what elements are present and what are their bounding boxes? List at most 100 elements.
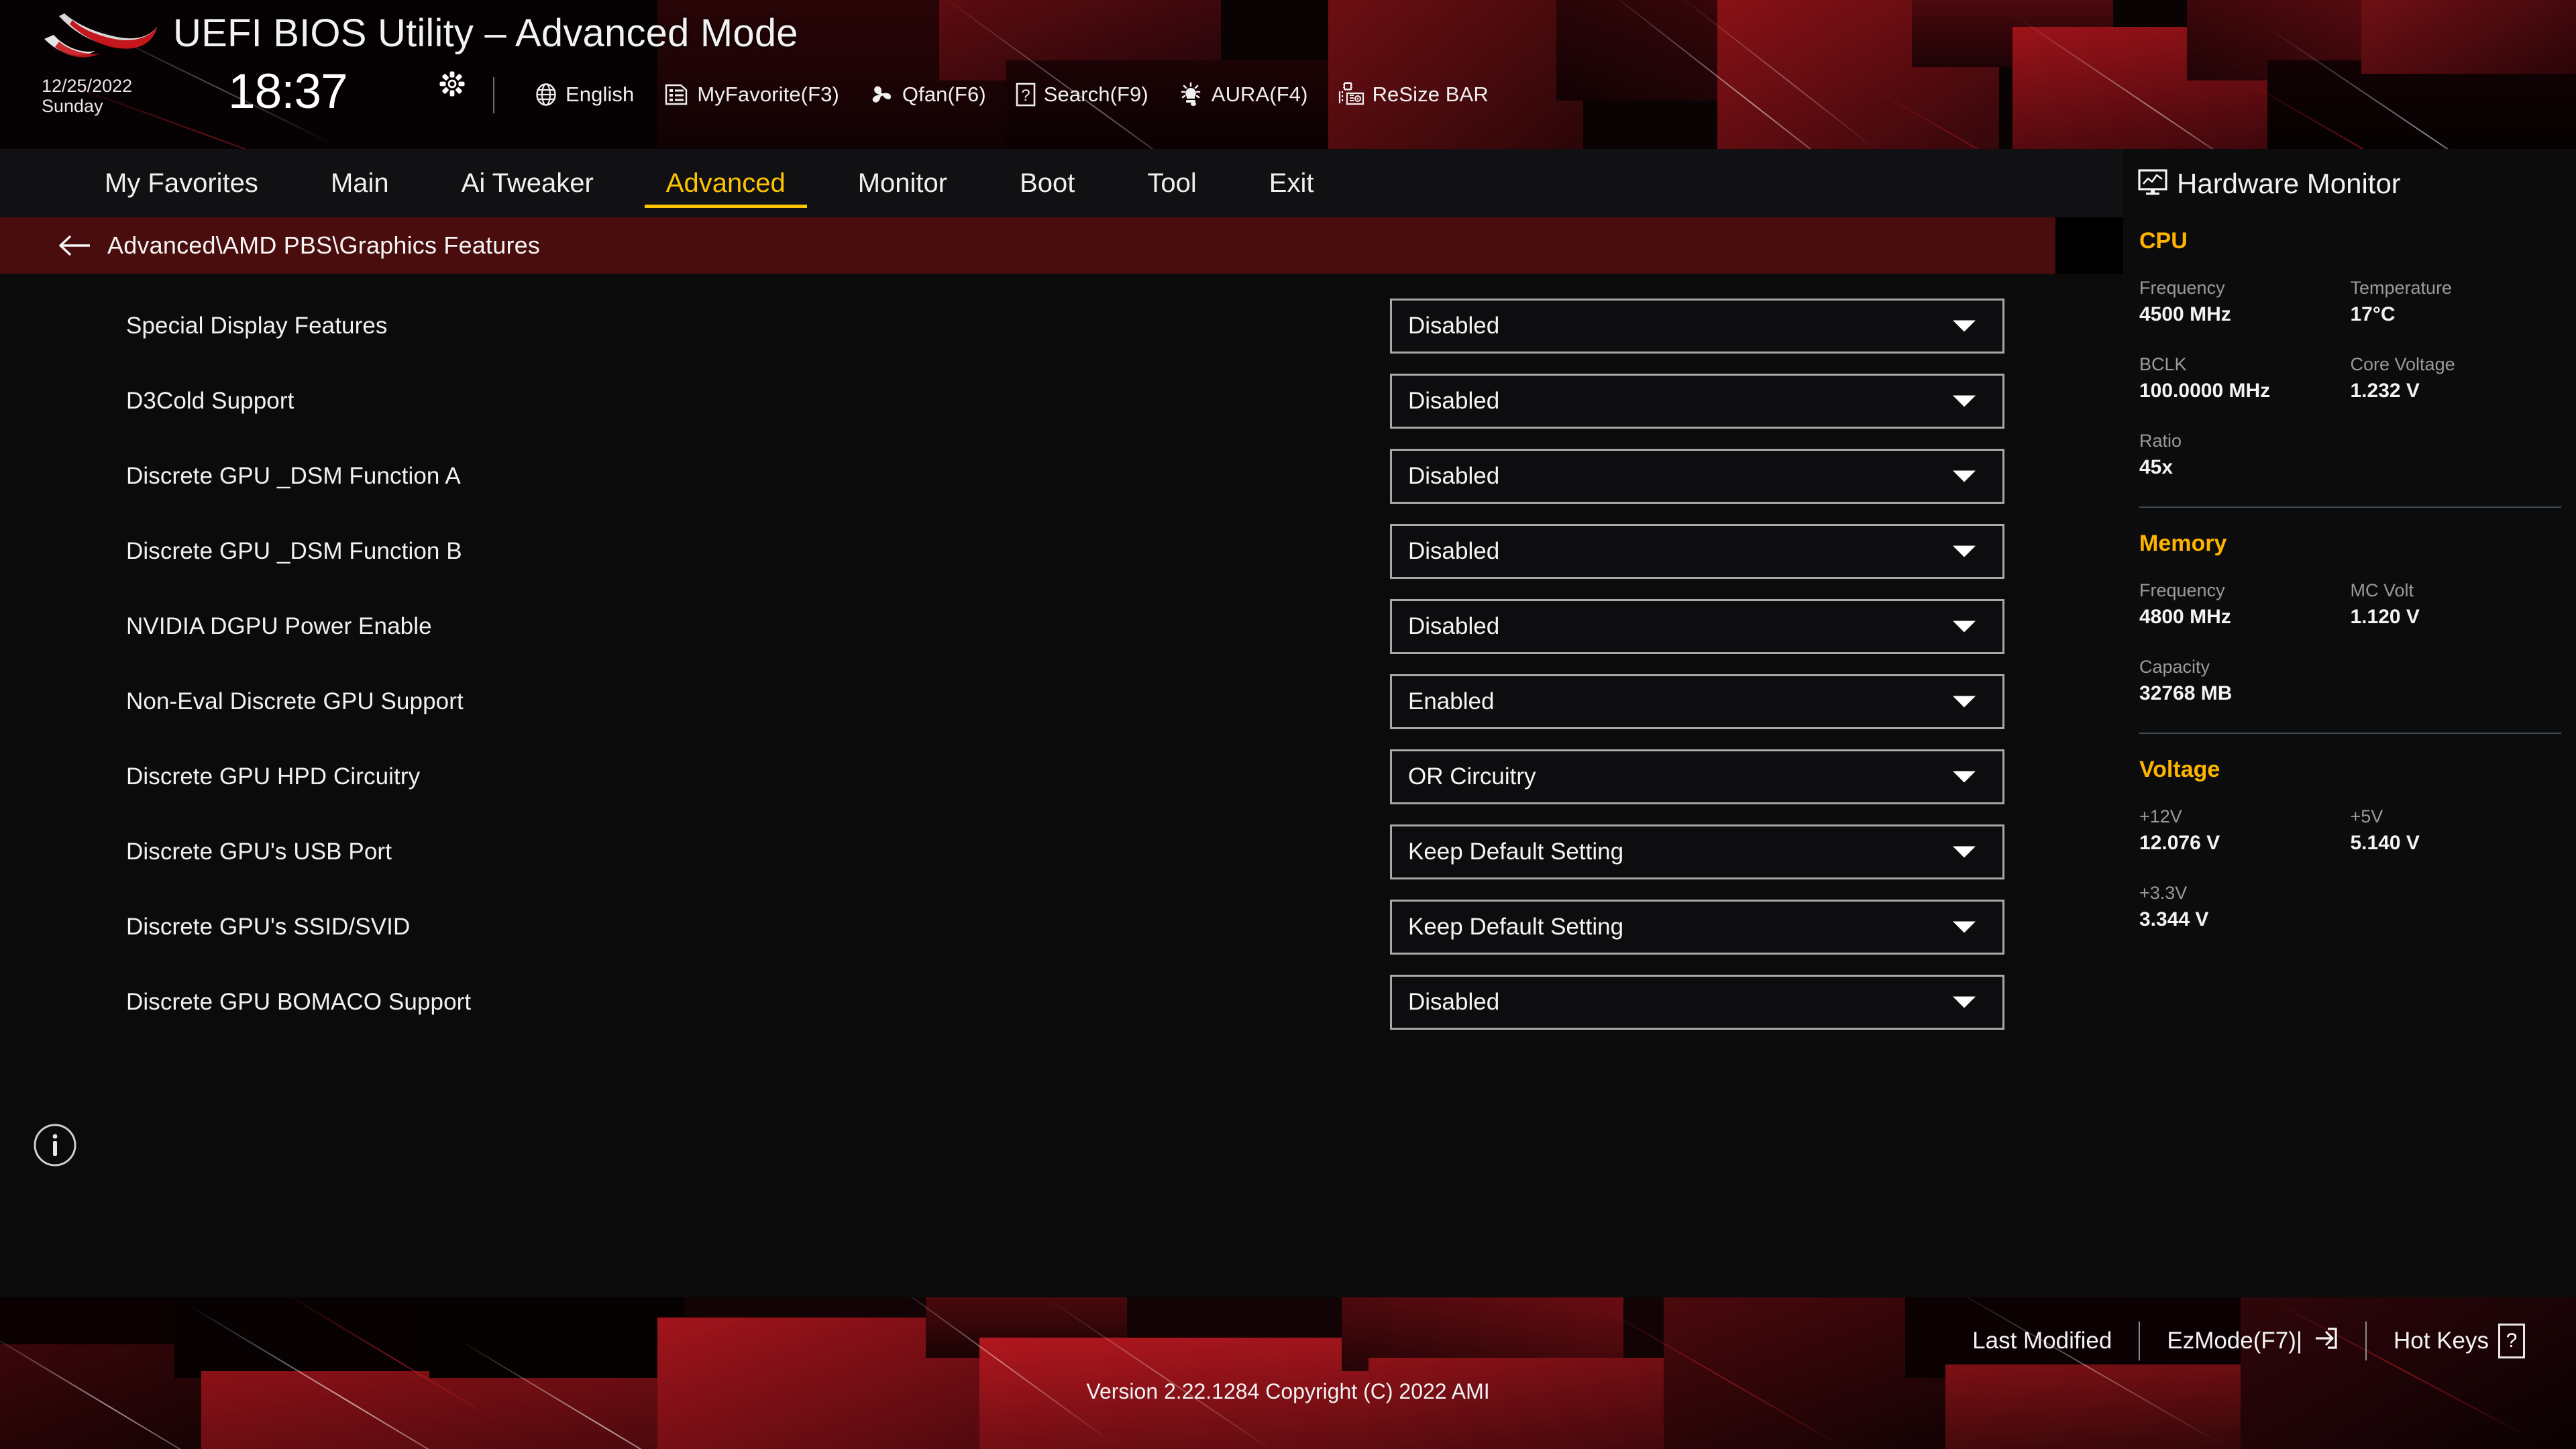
hw-key: MC Volt	[2350, 580, 2414, 600]
hardware-monitor-label: Hardware Monitor	[2177, 168, 2401, 199]
aura-light-icon	[1178, 83, 1203, 107]
chevron-down-icon	[1953, 470, 1976, 482]
hotkeys-label: Hot Keys	[2394, 1328, 2489, 1354]
settings-panel: Special Display Features Disabled D3Cold…	[0, 274, 2123, 1297]
hardware-monitor-title: Hardware Monitor	[2138, 168, 2401, 200]
tab-my-favorites[interactable]: My Favorites	[79, 149, 284, 217]
qfan-label: Qfan(F6)	[902, 83, 986, 106]
setting-row[interactable]: NVIDIA DGPU Power Enable Disabled	[0, 589, 2123, 664]
setting-row[interactable]: Non-Eval Discrete GPU Support Enabled	[0, 664, 2123, 739]
gear-icon[interactable]	[439, 71, 465, 97]
setting-row[interactable]: Special Display Features Disabled	[0, 288, 2123, 364]
hw-value: 45x	[2139, 456, 2174, 478]
datetime-display: 12/25/2022 Sunday	[42, 76, 132, 116]
tab-label: Tool	[1147, 168, 1197, 198]
setting-row[interactable]: Discrete GPU BOMACO Support Disabled	[0, 965, 2123, 1040]
hw-value: 3.344 V	[2139, 908, 2209, 930]
language-button[interactable]: English	[520, 74, 649, 115]
tab-main[interactable]: Main	[305, 149, 415, 217]
back-arrow-icon[interactable]	[56, 227, 93, 264]
footer-actions: Last Modified EzMode(F7)| Hot Keys ?	[1945, 1312, 2552, 1370]
hw-key: +5V	[2350, 806, 2383, 826]
myfavorite-label: MyFavorite(F3)	[697, 83, 839, 106]
question-box-icon: ?	[1016, 83, 1036, 107]
setting-dropdown[interactable]: Disabled	[1390, 524, 2004, 579]
breadcrumb-path: Advanced\AMD PBS\Graphics Features	[107, 231, 541, 259]
setting-dropdown[interactable]: Disabled	[1390, 599, 2004, 654]
setting-dropdown[interactable]: OR Circuitry	[1390, 749, 2004, 804]
chevron-down-icon	[1953, 996, 1976, 1008]
info-circle-icon[interactable]	[32, 1122, 78, 1168]
hw-value: 1.232 V	[2350, 380, 2420, 402]
gpu-chip-icon	[1338, 82, 1364, 107]
current-date: 12/25/2022	[42, 76, 133, 96]
setting-dropdown[interactable]: Disabled	[1390, 449, 2004, 504]
tab-exit[interactable]: Exit	[1244, 149, 1340, 217]
myfavorite-button[interactable]: MyFavorite(F3)	[649, 74, 854, 115]
setting-label: Discrete GPU's USB Port	[126, 839, 392, 865]
setting-dropdown[interactable]: Disabled	[1390, 975, 2004, 1030]
aura-button[interactable]: AURA(F4)	[1163, 74, 1323, 115]
setting-label: Non-Eval Discrete GPU Support	[126, 688, 464, 714]
setting-dropdown[interactable]: Keep Default Setting	[1390, 824, 2004, 879]
hw-key: Frequency	[2139, 278, 2225, 298]
hw-value: 4500 MHz	[2139, 303, 2231, 325]
hw-group-memory: Memory	[2139, 531, 2227, 556]
tab-label: Ai Tweaker	[461, 168, 594, 198]
tab-label: Main	[330, 168, 389, 198]
tab-ai-tweaker[interactable]: Ai Tweaker	[436, 149, 619, 217]
hw-item: Temperature 17°C	[2351, 274, 2562, 328]
hw-group-voltage-values: +12V 12.076 V +5V 5.140 V +3.3V 3.344 V	[2139, 803, 2561, 956]
hardware-monitor-panel: Hardware Monitor CPU Frequency 4500 MHz …	[2123, 149, 2576, 1297]
tab-label: Advanced	[665, 168, 786, 198]
ezmode-label: EzMode(F7)|	[2167, 1328, 2302, 1354]
dropdown-value: Disabled	[1408, 388, 1500, 414]
breadcrumb: Advanced\AMD PBS\Graphics Features	[0, 217, 2055, 274]
hw-group-cpu-values: Frequency 4500 MHz Temperature 17°C BCLK…	[2139, 274, 2561, 504]
tab-monitor[interactable]: Monitor	[833, 149, 973, 217]
aura-label: AURA(F4)	[1211, 83, 1308, 106]
setting-label: Discrete GPU _DSM Function A	[126, 463, 461, 489]
hw-value: 4800 MHz	[2139, 606, 2231, 628]
hw-key: Core Voltage	[2350, 354, 2455, 374]
globe-icon	[535, 83, 557, 106]
setting-dropdown[interactable]: Keep Default Setting	[1390, 900, 2004, 955]
setting-row[interactable]: Discrete GPU's USB Port Keep Default Set…	[0, 814, 2123, 890]
qfan-button[interactable]: Qfan(F6)	[854, 74, 1001, 115]
hw-value: 100.0000 MHz	[2139, 380, 2271, 402]
current-time: 18:37	[228, 64, 348, 119]
tab-advanced[interactable]: Advanced	[641, 149, 811, 217]
settings-list: Special Display Features Disabled D3Cold…	[0, 288, 2123, 1040]
last-modified-label: Last Modified	[1972, 1328, 2112, 1354]
tab-tool[interactable]: Tool	[1122, 149, 1222, 217]
current-day: Sunday	[42, 96, 103, 116]
setting-dropdown[interactable]: Disabled	[1390, 299, 2004, 354]
hw-key: +12V	[2139, 806, 2182, 826]
chevron-down-icon	[1953, 621, 1976, 633]
hardware-monitor-body: CPU Frequency 4500 MHz Temperature 17°C …	[2139, 228, 2561, 956]
hotkeys-button[interactable]: Hot Keys ?	[2367, 1312, 2552, 1370]
setting-label: Discrete GPU's SSID/SVID	[126, 914, 411, 940]
hw-key: Capacity	[2139, 657, 2210, 677]
setting-label: D3Cold Support	[126, 388, 294, 414]
setting-row[interactable]: Discrete GPU HPD Circuitry OR Circuitry	[0, 739, 2123, 814]
setting-row[interactable]: Discrete GPU _DSM Function B Disabled	[0, 514, 2123, 589]
header-toolbar: English MyFavorite(F3) Qfan(F6) ? Search…	[520, 74, 1503, 115]
setting-row[interactable]: Discrete GPU _DSM Function A Disabled	[0, 439, 2123, 514]
setting-dropdown[interactable]: Disabled	[1390, 374, 2004, 429]
search-label: Search(F9)	[1043, 83, 1148, 106]
search-button[interactable]: ? Search(F9)	[1001, 74, 1163, 115]
chevron-down-icon	[1953, 771, 1976, 783]
tab-boot[interactable]: Boot	[994, 149, 1100, 217]
setting-row[interactable]: D3Cold Support Disabled	[0, 364, 2123, 439]
hw-value: 32768 MB	[2139, 682, 2233, 704]
setting-dropdown[interactable]: Enabled	[1390, 674, 2004, 729]
dropdown-value: Disabled	[1408, 613, 1500, 639]
ezmode-button[interactable]: EzMode(F7)|	[2140, 1312, 2365, 1370]
resize-bar-button[interactable]: ReSize BAR	[1323, 74, 1503, 115]
setting-row[interactable]: Discrete GPU's SSID/SVID Keep Default Se…	[0, 890, 2123, 965]
last-modified-button[interactable]: Last Modified	[1945, 1312, 2139, 1370]
chevron-down-icon	[1953, 921, 1976, 933]
svg-text:?: ?	[1021, 87, 1030, 105]
dropdown-value: Keep Default Setting	[1408, 914, 1624, 940]
